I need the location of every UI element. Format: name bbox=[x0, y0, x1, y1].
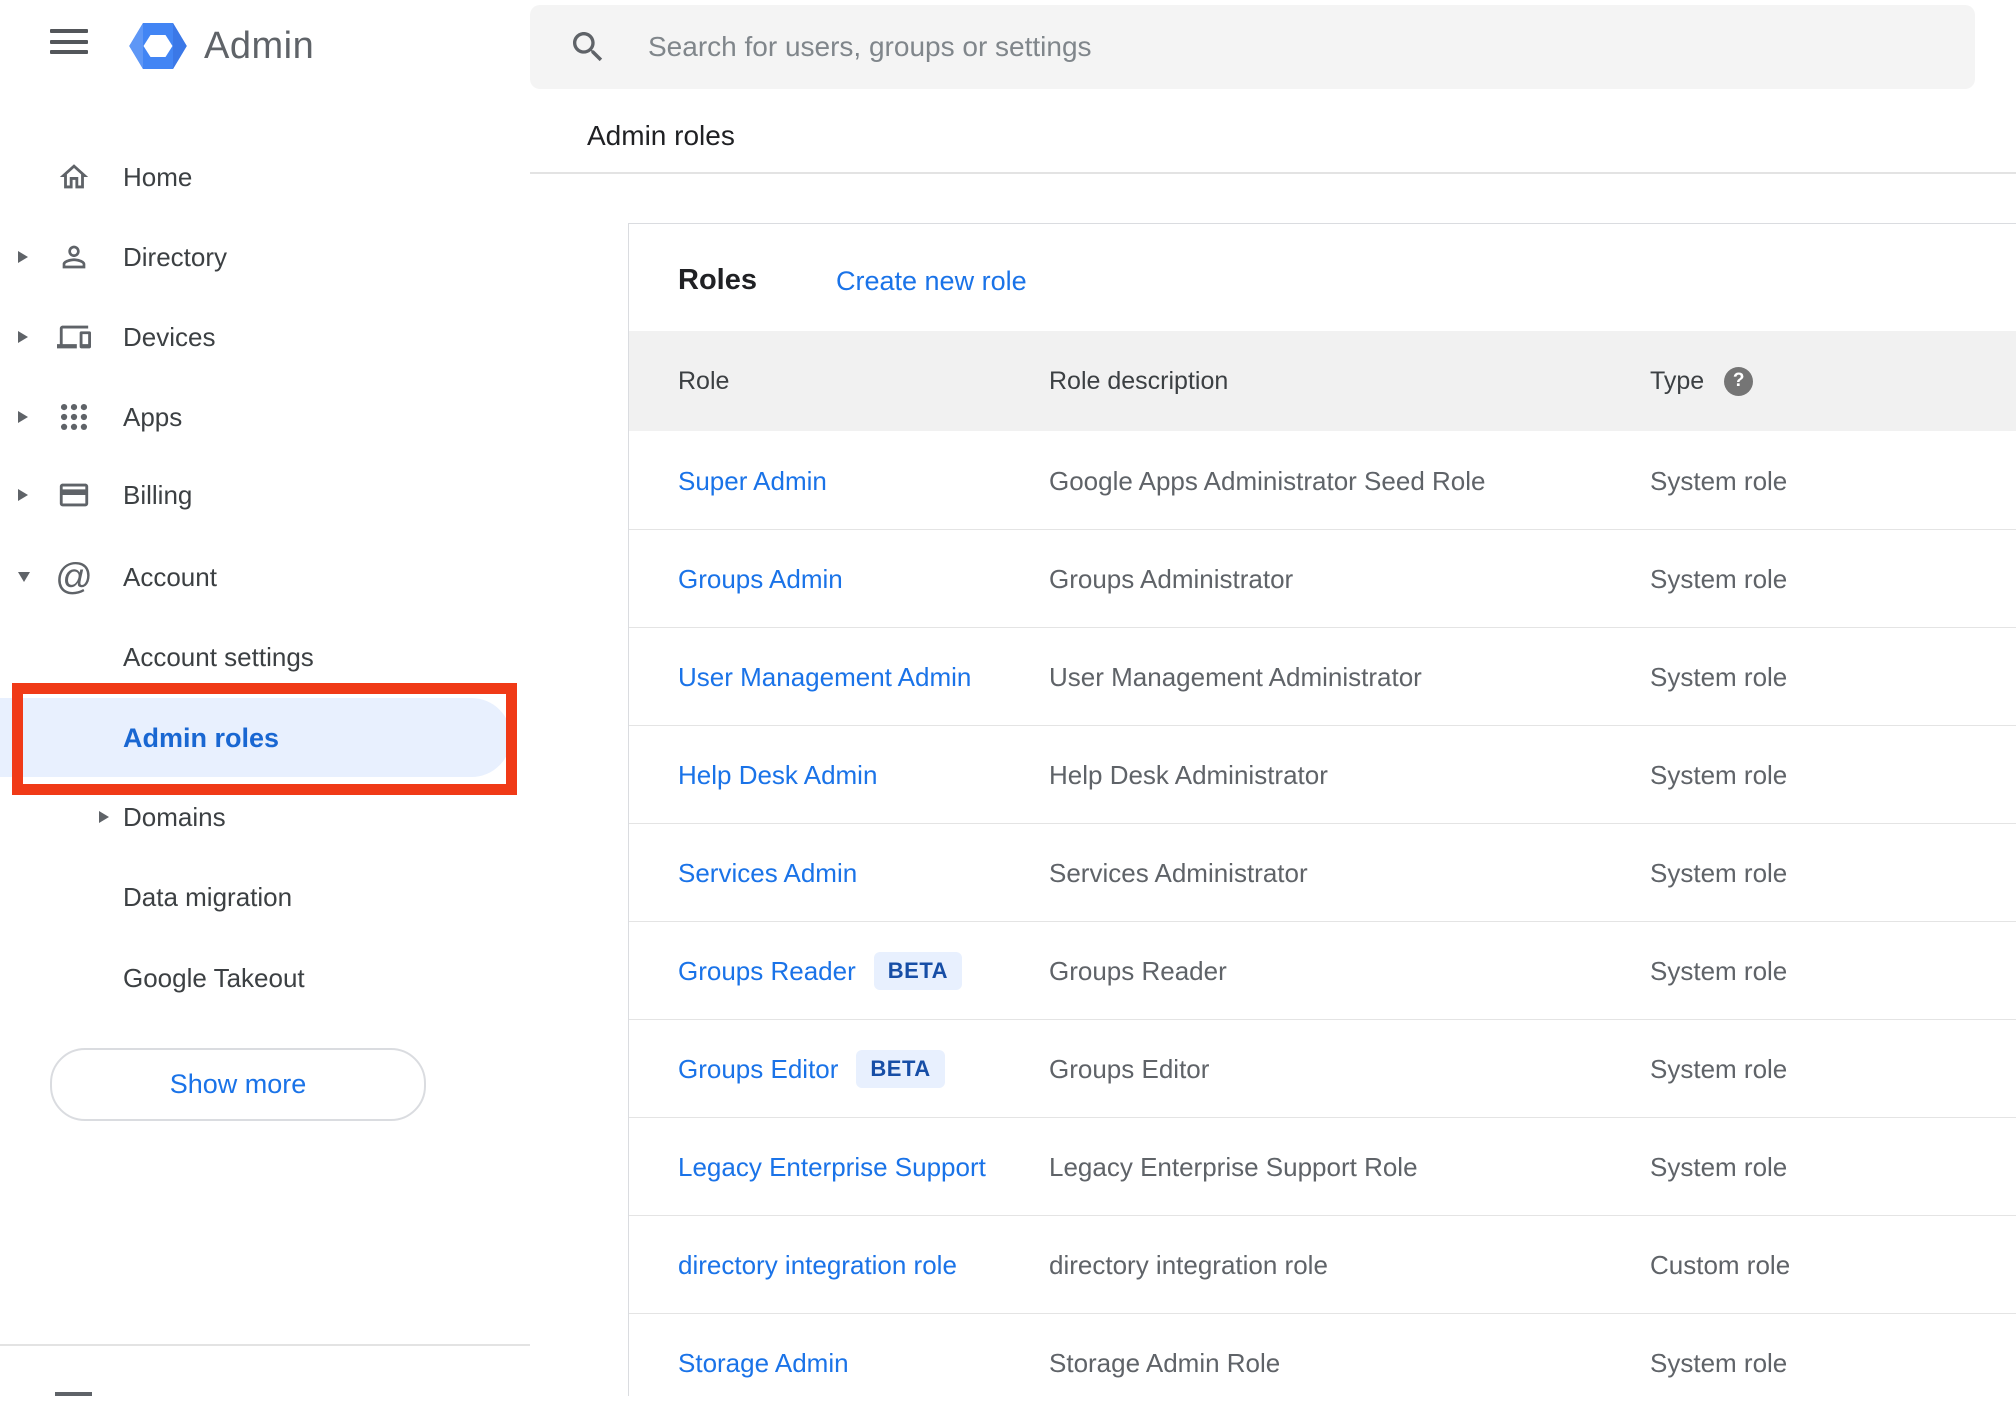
role-link[interactable]: Legacy Enterprise Support bbox=[678, 1152, 986, 1183]
content-divider bbox=[530, 172, 2016, 174]
sidebar-item-admin-roles-label[interactable]: Admin roles bbox=[123, 723, 279, 754]
roles-card-title: Roles bbox=[678, 264, 757, 296]
role-type: System role bbox=[1650, 465, 1788, 496]
devices-icon bbox=[56, 319, 92, 355]
sidebar-item-billing[interactable]: Billing bbox=[0, 455, 530, 535]
sidebar-item-account-settings[interactable]: Account settings bbox=[0, 617, 530, 697]
app-title: Admin bbox=[204, 24, 315, 67]
create-new-role-link[interactable]: Create new role bbox=[836, 266, 1027, 297]
sidebar-item-data-migration[interactable]: Data migration bbox=[0, 857, 530, 937]
admin-logo: Admin bbox=[128, 16, 314, 76]
sidebar-item-devices[interactable]: Devices bbox=[0, 297, 530, 377]
sidebar-item-label: Data migration bbox=[123, 881, 293, 912]
admin-hexagon-logo-icon bbox=[129, 23, 187, 69]
beta-badge: BETA bbox=[856, 1050, 945, 1088]
role-link[interactable]: directory integration role bbox=[678, 1250, 957, 1281]
table-row: Legacy Enterprise Support Legacy Enterpr… bbox=[629, 1118, 2016, 1216]
role-description: Groups Reader bbox=[1049, 955, 1227, 986]
role-description: Help Desk Administrator bbox=[1049, 759, 1328, 790]
breadcrumb: Admin roles bbox=[587, 120, 735, 151]
sidebar-item-domains[interactable]: Domains bbox=[0, 777, 530, 857]
role-type: System role bbox=[1650, 1347, 1788, 1378]
role-link[interactable]: User Management Admin bbox=[678, 662, 971, 693]
show-more-button[interactable]: Show more bbox=[50, 1048, 426, 1121]
chevron-right-icon[interactable] bbox=[18, 331, 28, 343]
sidebar-item-label: Home bbox=[123, 161, 193, 192]
role-type: Custom role bbox=[1650, 1249, 1791, 1280]
beta-badge: BETA bbox=[873, 952, 963, 990]
partial-footer-icon bbox=[55, 1392, 92, 1396]
person-icon bbox=[56, 239, 92, 275]
table-row: Groups Reader BETA Groups Reader System … bbox=[629, 922, 2016, 1020]
apps-grid-icon bbox=[56, 399, 92, 435]
question-mark-help-icon[interactable]: ? bbox=[1724, 366, 1754, 396]
table-row: Groups Editor BETA Groups Editor System … bbox=[629, 1020, 2016, 1118]
role-type: System role bbox=[1650, 955, 1788, 986]
credit-card-icon bbox=[56, 477, 92, 513]
show-more-label: Show more bbox=[169, 1069, 307, 1099]
role-type: System role bbox=[1650, 1151, 1788, 1182]
sidebar-item-label: Google Takeout bbox=[123, 962, 305, 993]
search-icon bbox=[568, 27, 608, 67]
role-description: Legacy Enterprise Support Role bbox=[1049, 1151, 1418, 1182]
sidebar-footer-divider bbox=[0, 1344, 530, 1346]
table-row: Groups Admin Groups Administrator System… bbox=[629, 530, 2016, 628]
role-link[interactable]: Groups Reader bbox=[678, 956, 856, 987]
search-input[interactable] bbox=[646, 30, 1975, 64]
role-link[interactable]: Groups Editor bbox=[678, 1054, 838, 1085]
chevron-right-icon[interactable] bbox=[99, 811, 109, 823]
sidebar-item-google-takeout[interactable]: Google Takeout bbox=[0, 938, 530, 1018]
role-description: Groups Administrator bbox=[1049, 563, 1294, 594]
sidebar-item-label: Devices bbox=[123, 321, 216, 352]
table-row: Super Admin Google Apps Administrator Se… bbox=[629, 432, 2016, 530]
column-header-role: Role bbox=[678, 366, 730, 395]
role-link[interactable]: Services Admin bbox=[678, 858, 857, 889]
sidebar-item-label: Account settings bbox=[123, 641, 314, 672]
role-link[interactable]: Super Admin bbox=[678, 466, 827, 497]
role-description: directory integration role bbox=[1049, 1249, 1328, 1280]
role-description: User Management Administrator bbox=[1049, 661, 1422, 692]
table-row: Services Admin Services Administrator Sy… bbox=[629, 824, 2016, 922]
role-type: System role bbox=[1650, 1053, 1788, 1084]
column-header-type: Type ? bbox=[1650, 331, 1754, 431]
table-row: Help Desk Admin Help Desk Administrator … bbox=[629, 726, 2016, 824]
table-row: directory integration role directory int… bbox=[629, 1216, 2016, 1314]
table-row: Storage Admin Storage Admin Role System … bbox=[629, 1314, 2016, 1412]
chevron-right-icon[interactable] bbox=[18, 489, 28, 501]
sidebar-item-home[interactable]: Home bbox=[0, 137, 530, 217]
role-link[interactable]: Storage Admin bbox=[678, 1348, 849, 1379]
roles-card: Roles Create new role Role Role descript… bbox=[628, 223, 2016, 1412]
chevron-right-icon[interactable] bbox=[18, 251, 28, 263]
chevron-down-icon[interactable] bbox=[18, 572, 30, 582]
role-description: Services Administrator bbox=[1049, 857, 1308, 888]
table-header-row: Role Role description Type ? bbox=[629, 331, 2016, 431]
role-link[interactable]: Groups Admin bbox=[678, 564, 843, 595]
role-description: Storage Admin Role bbox=[1049, 1347, 1281, 1378]
sidebar-item-label: Directory bbox=[123, 241, 228, 272]
table-row: User Management Admin User Management Ad… bbox=[629, 628, 2016, 726]
role-type: System role bbox=[1650, 661, 1788, 692]
at-sign-icon: @ bbox=[55, 556, 93, 597]
role-type: System role bbox=[1650, 759, 1788, 790]
sidebar: Admin Home Directory Devices Apps Billin… bbox=[0, 0, 530, 1396]
role-type: System role bbox=[1650, 857, 1788, 888]
chevron-right-icon[interactable] bbox=[18, 411, 28, 423]
sidebar-item-label: Account bbox=[123, 561, 217, 592]
hamburger-menu-icon[interactable] bbox=[50, 29, 88, 55]
sidebar-item-apps[interactable]: Apps bbox=[0, 377, 530, 457]
role-type: System role bbox=[1650, 563, 1788, 594]
column-header-role-description: Role description bbox=[1049, 366, 1229, 395]
home-icon bbox=[56, 159, 92, 195]
role-description: Groups Editor bbox=[1049, 1053, 1210, 1084]
global-search-bar[interactable] bbox=[530, 5, 1975, 89]
sidebar-item-directory[interactable]: Directory bbox=[0, 217, 530, 297]
sidebar-item-label: Billing bbox=[123, 479, 193, 510]
role-link[interactable]: Help Desk Admin bbox=[678, 760, 877, 791]
sidebar-item-label: Apps bbox=[123, 401, 183, 432]
role-description: Google Apps Administrator Seed Role bbox=[1049, 465, 1486, 496]
sidebar-item-account[interactable]: @ Account bbox=[0, 537, 530, 617]
sidebar-item-label: Domains bbox=[123, 801, 226, 832]
